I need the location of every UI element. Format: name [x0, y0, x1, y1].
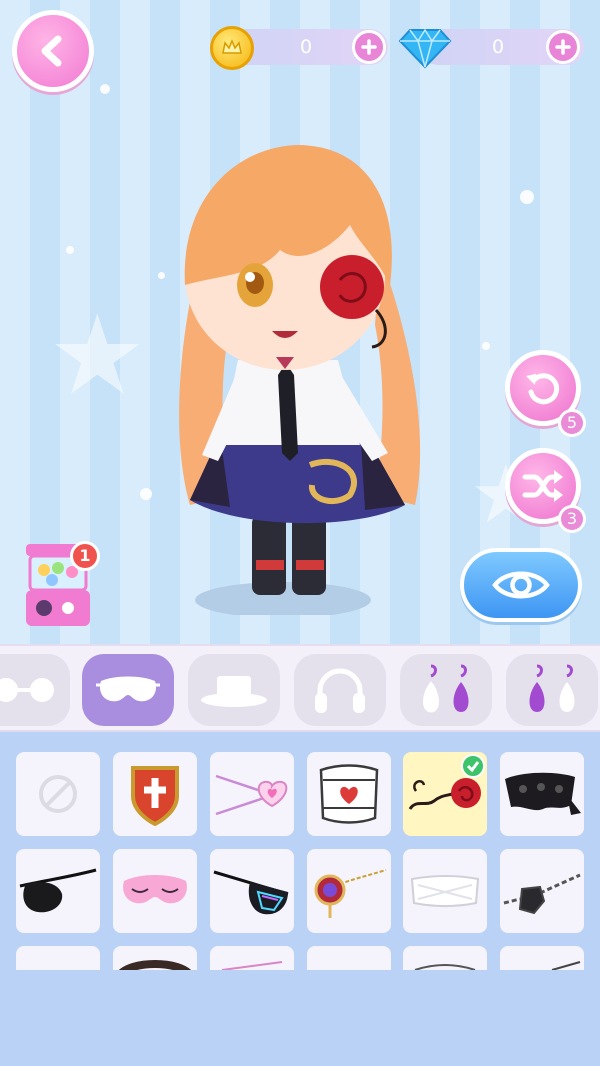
jewel-chain-icon [314, 869, 387, 918]
item-cross-shield-patch[interactable] [113, 752, 197, 836]
shuffle-icon [522, 470, 563, 502]
item-chain-eyepatch[interactable] [500, 849, 584, 933]
sparkle-decoration [100, 84, 110, 94]
item-none[interactable] [16, 752, 100, 836]
item-white-bandage[interactable] [403, 849, 487, 933]
item-row3-4[interactable] [307, 946, 391, 970]
dark-line-icon [551, 961, 581, 970]
grey-line-icon [414, 964, 476, 970]
eye-icon [492, 571, 550, 599]
pink-sleep-mask-icon [123, 875, 187, 904]
undo-count-badge: 5 [558, 409, 586, 437]
accessory-category-tabs [0, 644, 600, 732]
sparkle-decoration [66, 246, 74, 254]
tab-headphones[interactable] [294, 654, 386, 726]
item-heart-bandage[interactable] [307, 752, 391, 836]
brown-patch-icon [119, 960, 191, 970]
back-button[interactable] [12, 10, 94, 92]
eye-mask-icon [96, 676, 160, 702]
black-lace-icon [505, 772, 581, 815]
chevron-left-icon [41, 35, 62, 67]
sparkle-decoration [482, 342, 490, 350]
item-grid [0, 732, 600, 1066]
hat-icon [201, 676, 267, 707]
cross-shield-patch-icon [131, 766, 179, 826]
sparkle-decoration [140, 488, 152, 500]
item-rose-vine[interactable] [403, 752, 487, 836]
tab-eye-mask[interactable] [82, 654, 174, 726]
black-eyepatch-icon [19, 868, 97, 913]
heart-clip-icon [215, 774, 288, 816]
background-star-icon: ★ [48, 291, 147, 419]
item-black-eyepatch[interactable] [16, 849, 100, 933]
headphones-icon [315, 668, 365, 713]
undo-icon [526, 373, 560, 405]
shuffle-count-badge: 3 [558, 505, 586, 533]
none-icon [39, 775, 77, 813]
gem-amount: 0 [491, 36, 505, 58]
dress-up-stage: ★ ★ 0 0 [0, 0, 600, 648]
chain-eyepatch-icon [503, 873, 581, 915]
item-row3-2[interactable] [113, 946, 197, 970]
item-neon-eyepatch[interactable] [210, 849, 294, 933]
selected-check-icon [461, 754, 485, 778]
item-row3-1[interactable] [16, 946, 100, 970]
item-row3-5[interactable] [403, 946, 487, 970]
coin-icon [210, 26, 254, 70]
preview-button[interactable] [460, 548, 582, 622]
tab-glasses[interactable] [0, 654, 70, 726]
glasses-icon [0, 678, 54, 702]
tab-hat[interactable] [188, 654, 280, 726]
tab-earrings[interactable] [400, 654, 492, 726]
item-grid-scroll[interactable] [0, 732, 600, 970]
sparkle-decoration [520, 190, 534, 204]
item-pink-sleep-mask[interactable] [113, 849, 197, 933]
character-avatar [179, 145, 421, 615]
item-jewel-chain[interactable] [307, 849, 391, 933]
diamond-icon [398, 28, 452, 69]
buy-coins-button[interactable] [352, 30, 386, 64]
gacha-notification-badge: 1 [70, 541, 100, 571]
pink-line-icon [221, 961, 283, 970]
tab-earrings-alt[interactable] [506, 654, 598, 726]
plus-icon [361, 39, 377, 55]
earrings-alt-icon [529, 664, 575, 712]
item-row3-3[interactable] [210, 946, 294, 970]
coin-amount: 0 [299, 36, 313, 58]
plus-icon [555, 39, 571, 55]
item-black-lace[interactable] [500, 752, 584, 836]
white-bandage-icon [410, 875, 480, 907]
item-heart-clip[interactable] [210, 752, 294, 836]
buy-gems-button[interactable] [546, 30, 580, 64]
earrings-icon [423, 664, 469, 713]
heart-bandage-icon [319, 764, 379, 824]
item-row3-6[interactable] [500, 946, 584, 970]
neon-eyepatch-icon [213, 870, 289, 915]
